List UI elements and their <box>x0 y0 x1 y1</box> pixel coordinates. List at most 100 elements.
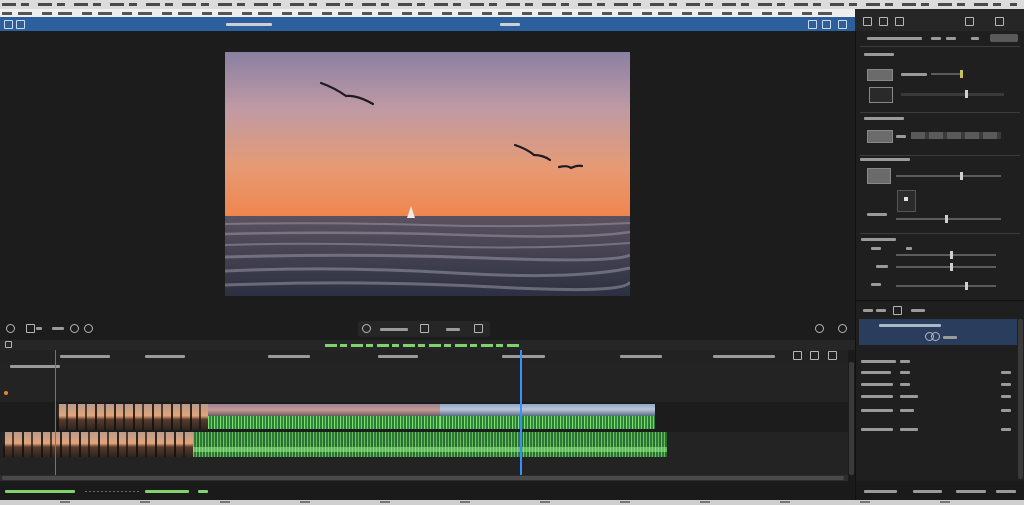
video-clip[interactable] <box>3 432 194 457</box>
slider-knob[interactable] <box>965 282 968 290</box>
list-item-count <box>1001 371 1011 374</box>
skimming-icon[interactable] <box>810 351 819 360</box>
loop-icon[interactable] <box>70 324 79 333</box>
footer-button[interactable] <box>956 490 986 493</box>
slider-knob[interactable] <box>964 90 968 98</box>
toolbar-items[interactable] <box>2 12 842 15</box>
play-icon[interactable] <box>84 324 93 333</box>
audio-waveform <box>440 416 655 429</box>
audio-inspector-icon[interactable] <box>879 17 888 26</box>
list-item-label[interactable] <box>861 409 893 412</box>
video-clip[interactable] <box>440 404 655 416</box>
color-well[interactable] <box>897 190 916 212</box>
share-icon[interactable] <box>808 20 817 29</box>
list-item-value <box>900 395 918 398</box>
panel-tab[interactable] <box>911 309 925 312</box>
panel-tab[interactable] <box>876 309 886 312</box>
video-clip[interactable] <box>57 404 209 430</box>
section-header[interactable] <box>864 117 904 120</box>
ruler-label <box>378 355 418 358</box>
panel-tab[interactable] <box>863 309 873 312</box>
audio-clip[interactable] <box>193 432 667 457</box>
slider-knob[interactable] <box>960 172 964 180</box>
video-inspector-icon[interactable] <box>863 17 872 26</box>
play-icon[interactable] <box>362 324 371 333</box>
preset-strip[interactable] <box>911 132 1001 139</box>
index-scrollbar[interactable] <box>1018 319 1023 479</box>
list-item-label[interactable] <box>861 360 896 363</box>
list-item-value <box>900 383 910 386</box>
inspector-toggle-icon[interactable] <box>822 20 831 29</box>
parameter-slider[interactable] <box>931 70 963 78</box>
zoom-icon[interactable] <box>26 324 35 333</box>
playhead[interactable] <box>520 350 522 475</box>
list-item-label[interactable] <box>861 395 893 398</box>
marker[interactable] <box>4 391 8 395</box>
frame-icon[interactable] <box>420 324 429 333</box>
color-swatch <box>904 197 908 201</box>
browser-icon[interactable] <box>16 20 25 29</box>
effect-thumbnail <box>867 130 893 143</box>
footer-button[interactable] <box>864 490 897 493</box>
divider <box>860 155 1020 156</box>
slider-knob[interactable] <box>945 215 949 223</box>
menu-items[interactable] <box>2 3 1017 6</box>
dock-items[interactable] <box>60 501 960 503</box>
viewer-frame[interactable] <box>225 52 630 296</box>
parameter-slider[interactable] <box>896 263 996 271</box>
share-inspector-icon[interactable] <box>995 17 1004 26</box>
layout-icon[interactable] <box>838 20 847 29</box>
fullscreen-icon[interactable] <box>838 324 847 333</box>
scroll-thumb[interactable] <box>2 476 844 480</box>
library-icon[interactable] <box>4 20 13 29</box>
settings-icon[interactable] <box>6 324 15 333</box>
clip-appearance-icon[interactable] <box>828 351 837 360</box>
slider-knob[interactable] <box>950 251 953 259</box>
inspector-tab[interactable] <box>971 37 979 40</box>
list-item-label[interactable] <box>861 428 893 431</box>
list-item-value <box>900 371 910 374</box>
slider-knob[interactable] <box>950 263 953 271</box>
footer-button[interactable] <box>913 490 942 493</box>
range-marker[interactable] <box>55 350 56 475</box>
index-footer <box>855 481 1024 500</box>
parameter-slider[interactable] <box>901 90 1004 98</box>
timeline-vertical-scrollbar[interactable] <box>849 362 854 475</box>
slider-knob[interactable] <box>959 70 963 78</box>
viewer-controls <box>0 318 855 340</box>
parameter-slider[interactable] <box>896 282 996 290</box>
video-clip[interactable] <box>208 404 440 416</box>
parameter-slider[interactable] <box>896 172 1001 180</box>
divider <box>860 46 1020 47</box>
timeline-ruler[interactable] <box>0 350 848 362</box>
inspector-title <box>867 37 922 40</box>
selected-row[interactable] <box>859 319 1017 345</box>
list-item-label[interactable] <box>861 383 893 386</box>
ruler-label <box>145 355 185 358</box>
snapping-icon[interactable] <box>793 351 802 360</box>
inspector-button[interactable] <box>990 34 1018 42</box>
parameter-slider[interactable] <box>896 215 1001 223</box>
filter-icon[interactable] <box>893 306 902 315</box>
info-inspector-icon[interactable] <box>895 17 904 26</box>
footer-button[interactable] <box>996 490 1016 493</box>
role-icon[interactable] <box>931 332 940 341</box>
inspector-tab[interactable] <box>946 37 956 40</box>
parameter-slider[interactable] <box>896 251 996 259</box>
timecode-frames <box>446 328 460 331</box>
audio-meter-icon[interactable] <box>815 324 824 333</box>
fullscreen-icon[interactable] <box>474 324 483 333</box>
section-header[interactable] <box>864 53 894 56</box>
project-duration <box>500 23 520 26</box>
section-header[interactable] <box>860 158 910 161</box>
section-header[interactable] <box>861 238 896 241</box>
view-options[interactable] <box>52 327 64 330</box>
inspector-toolbar <box>855 9 1024 31</box>
color-inspector-icon[interactable] <box>965 17 974 26</box>
status-bar <box>0 481 855 500</box>
list-item-label[interactable] <box>861 371 891 374</box>
inspector-tab[interactable] <box>931 37 941 40</box>
timeline[interactable] <box>0 350 848 475</box>
timeline-index-icon[interactable] <box>5 341 12 348</box>
zoom-level[interactable] <box>36 327 42 330</box>
